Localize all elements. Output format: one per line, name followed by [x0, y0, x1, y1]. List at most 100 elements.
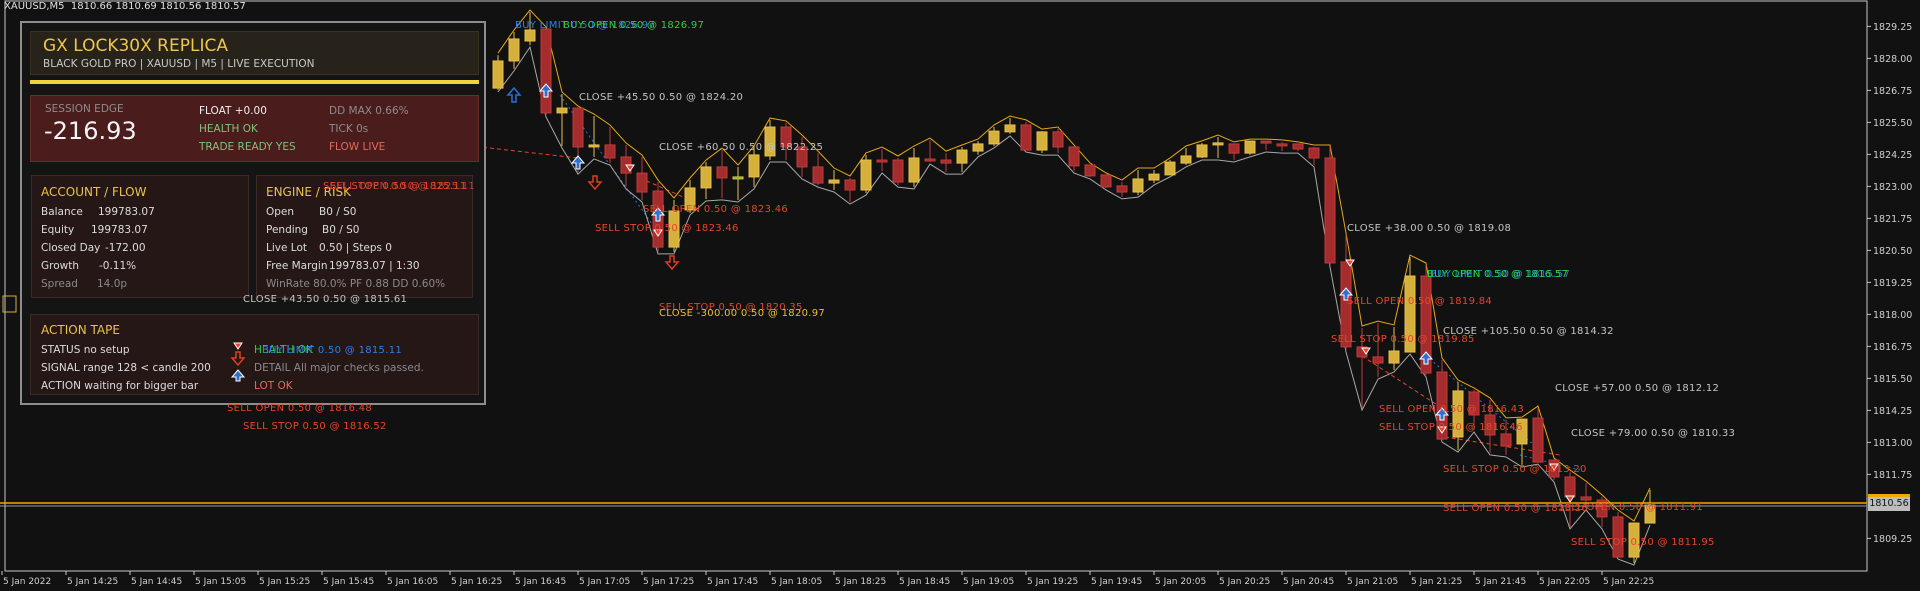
candle: [636, 156, 648, 200]
candle-body: [1100, 174, 1112, 188]
session-edge-label: SESSION EDGE: [45, 103, 124, 115]
candle-body: [1244, 140, 1256, 154]
sell-arrow-icon: [664, 255, 680, 271]
candle: [716, 150, 728, 198]
account-row-spread: Spread 14.0p: [41, 278, 127, 290]
price-tick-label: 1820.50: [1873, 246, 1912, 257]
candle: [956, 146, 968, 173]
candle-body: [1148, 173, 1160, 181]
candle-body: [1052, 131, 1064, 148]
candle: [588, 116, 600, 157]
time-tick-label: 5 Jan 14:25: [67, 577, 118, 587]
flow-status: FLOW LIVE: [329, 141, 386, 153]
time-tick-label: 5 Jan 19:25: [1027, 577, 1078, 587]
panel-arrow-markers: [230, 342, 246, 382]
candle: [1308, 146, 1320, 165]
engine-row-pending: Pending B0 / S0: [266, 224, 359, 236]
candle: [924, 140, 936, 163]
row-label: Live Lot: [266, 242, 307, 254]
candle-body: [1020, 124, 1032, 151]
buy-arrow-icon: [506, 86, 522, 103]
candle: [972, 141, 984, 155]
time-tick-label: 5 Jan 21:45: [1475, 577, 1526, 587]
time-tick-label: 5 Jan 14:45: [131, 577, 182, 587]
row-label: Spread: [41, 278, 78, 290]
candle-body: [1116, 185, 1128, 193]
time-tick-label: 5 Jan 22:05: [1539, 577, 1590, 587]
row-value: 199783.07: [98, 206, 155, 218]
candle-body: [1500, 433, 1512, 447]
time-tick-label: 5 Jan 21:05: [1347, 577, 1398, 587]
row-label: Free Margin: [266, 260, 328, 272]
candle: [492, 55, 504, 90]
candle-body: [1580, 496, 1592, 501]
candle: [1100, 174, 1112, 188]
trade-ready-status: TRADE READY YES: [199, 141, 296, 153]
engine-row-open: Open B0 / S0: [266, 206, 356, 218]
candle-body: [1564, 476, 1576, 498]
candle-body: [988, 130, 1000, 145]
candle-body: [812, 166, 824, 184]
candle: [764, 120, 776, 161]
candle-body: [1372, 356, 1384, 364]
trade-annotation: SELL OPEN 0.50 @ 1825.11: [330, 181, 476, 192]
candle-body: [1228, 143, 1240, 154]
candle: [940, 153, 952, 173]
price-tick-label: 1814.25: [1873, 406, 1912, 417]
row-label: Equity: [41, 224, 75, 236]
candle: [1132, 170, 1144, 196]
account-row-balance: Balance 199783.07: [41, 206, 155, 218]
candle: [604, 127, 616, 164]
row-value: -172.00: [105, 242, 146, 254]
engine-row-free-margin: Free Margin 199783.07 | 1:30: [266, 260, 420, 272]
candle-body: [556, 107, 568, 114]
candle: [700, 162, 712, 199]
candle-body: [1084, 164, 1096, 177]
candle-body: [572, 107, 584, 148]
time-tick-label: 5 Jan 16:45: [515, 577, 566, 587]
sell-arrow-icon: [587, 175, 603, 191]
trade-annotation: CLOSE +43.50 0.50 @ 1815.61: [243, 294, 408, 305]
trade-annotation: CLOSE +60.50 0.50 @ 1822.25: [659, 142, 824, 153]
candle: [1244, 140, 1256, 155]
trade-annotation: BUY LIMIT 0.50 @ 1815.11: [262, 345, 403, 356]
time-tick-label: 5 Jan 18:05: [771, 577, 822, 587]
candle-body: [1004, 124, 1016, 133]
candle: [1612, 512, 1624, 558]
trade-annotation: SELL OPEN 0.50 @ 1816.43: [1379, 404, 1525, 415]
candle-body: [748, 154, 760, 178]
candle-body: [1276, 143, 1288, 147]
trade-annotation: SELL OPEN 0.50 @ 1823.46: [643, 204, 789, 215]
row-value: 199783.07: [91, 224, 148, 236]
candle-body: [508, 38, 520, 62]
candle-body: [844, 179, 856, 191]
candle: [1148, 170, 1160, 184]
row-label: Pending: [266, 224, 308, 236]
time-tick-label: 5 Jan 2022: [3, 577, 51, 587]
time-tick-label: 5 Jan 18:25: [835, 577, 886, 587]
time-tick-label: 5 Jan 16:05: [387, 577, 438, 587]
candle-body: [1164, 161, 1176, 176]
upper-band-line: [497, 9, 1651, 522]
candle: [732, 166, 744, 200]
trade-annotation: SELL STOP 0.50 @ 1811.95: [1571, 537, 1715, 548]
candle: [1276, 141, 1288, 152]
candle-body: [972, 143, 984, 152]
row-label: Growth: [41, 260, 80, 272]
candle-body: [860, 159, 872, 191]
candle: [908, 148, 920, 187]
time-tick-label: 5 Jan 17:45: [707, 577, 758, 587]
trade-annotation: SELL STOP 0.50 @ 1816.52: [243, 421, 387, 432]
accent-divider: [30, 80, 479, 84]
row-value: B0 / S0: [319, 206, 357, 218]
candle: [1164, 160, 1176, 176]
candle-body: [732, 176, 744, 180]
account-row-growth: Growth -0.11%: [41, 260, 136, 272]
candle-body: [540, 28, 552, 114]
candle: [508, 32, 520, 69]
time-tick-label: 5 Jan 20:05: [1155, 577, 1206, 587]
candle: [1036, 131, 1048, 154]
trade-annotation: SELL STOP 0.50 @ 1816.46: [1379, 422, 1523, 433]
trade-annotation: CLOSE -300.00 0.50 @ 1820.97: [659, 308, 826, 319]
candle-body: [588, 144, 600, 148]
